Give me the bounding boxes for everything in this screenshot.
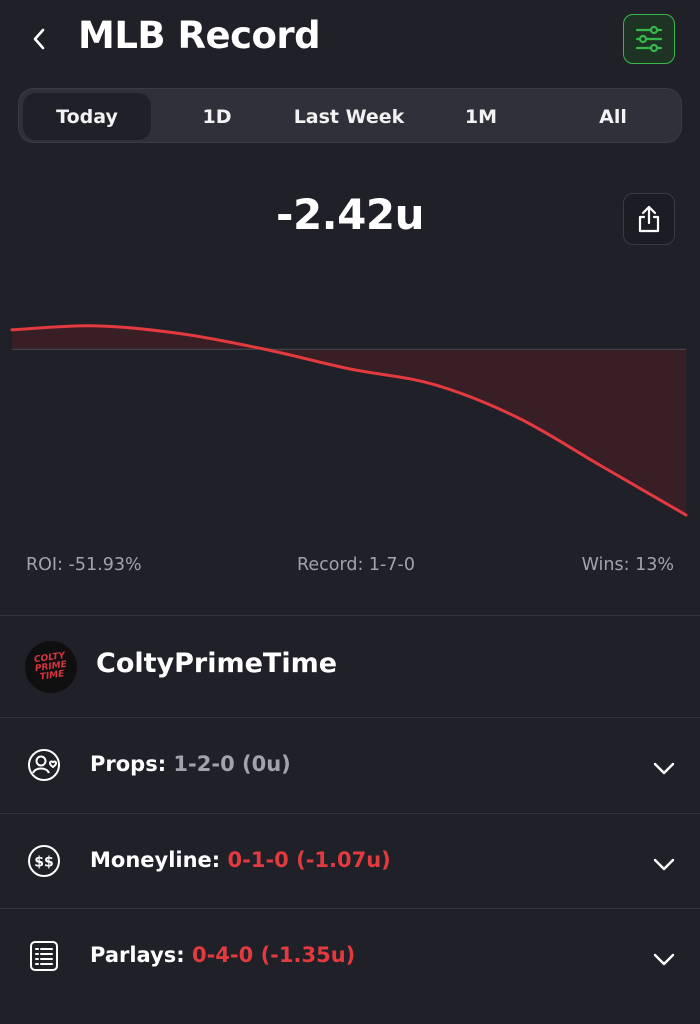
profile-name[interactable]: ColtyPrimeTime <box>96 648 337 679</box>
divider <box>0 615 700 616</box>
tab-1d[interactable]: 1D <box>153 93 281 140</box>
tab-1m[interactable]: 1M <box>417 93 545 140</box>
moneyline-row[interactable]: $$ Moneyline: 0-1-0 (-1.07u) <box>0 814 700 909</box>
tab-all[interactable]: All <box>549 93 677 140</box>
share-icon <box>638 205 660 233</box>
props-row[interactable]: Props: 1-2-0 (0u) <box>0 718 700 813</box>
mlb-record-screen: MLB Record Today 1D Last Week 1M All -2.… <box>0 0 700 1024</box>
props-value: 1-2-0 (0u) <box>173 752 291 776</box>
sliders-icon <box>635 25 663 53</box>
units-total: -2.42u <box>276 190 424 239</box>
parlays-value: 0-4-0 (-1.35u) <box>191 943 356 967</box>
svg-text:$$: $$ <box>34 855 53 871</box>
moneyline-label: Moneyline: <box>90 848 221 872</box>
units-chart <box>10 324 688 517</box>
chart-area-fill <box>12 325 686 515</box>
parlays-row[interactable]: Parlays: 0-4-0 (-1.35u) <box>0 909 700 1004</box>
filter-button[interactable] <box>623 14 675 64</box>
time-range-tabs: Today 1D Last Week 1M All <box>18 88 682 143</box>
tab-last-week[interactable]: Last Week <box>285 93 413 140</box>
dollar-circle-icon: $$ <box>28 845 60 877</box>
parlays-label: Parlays: <box>90 943 185 967</box>
chevron-down-icon <box>653 858 675 871</box>
moneyline-value: 0-1-0 (-1.07u) <box>227 848 391 872</box>
chevron-down-icon <box>653 762 675 775</box>
props-label: Props: <box>90 752 167 776</box>
tab-today[interactable]: Today <box>23 93 151 140</box>
chevron-left-icon <box>33 28 45 50</box>
stats-row: ROI: -51.93% Record: 1-7-0 Wins: 13% <box>26 555 674 579</box>
roi-stat: ROI: -51.93% <box>26 555 142 575</box>
user-heart-icon <box>28 749 60 781</box>
avatar-logo: COLTY PRIME TIME <box>33 650 68 683</box>
list-icon <box>30 941 58 971</box>
wins-stat: Wins: 13% <box>581 555 674 575</box>
record-stat: Record: 1-7-0 <box>297 555 415 575</box>
avatar[interactable]: COLTY PRIME TIME <box>25 641 77 693</box>
share-button[interactable] <box>623 193 675 245</box>
header: MLB Record <box>0 0 700 80</box>
page-title: MLB Record <box>78 14 321 57</box>
chevron-down-icon <box>653 953 675 966</box>
back-button[interactable] <box>22 22 56 56</box>
